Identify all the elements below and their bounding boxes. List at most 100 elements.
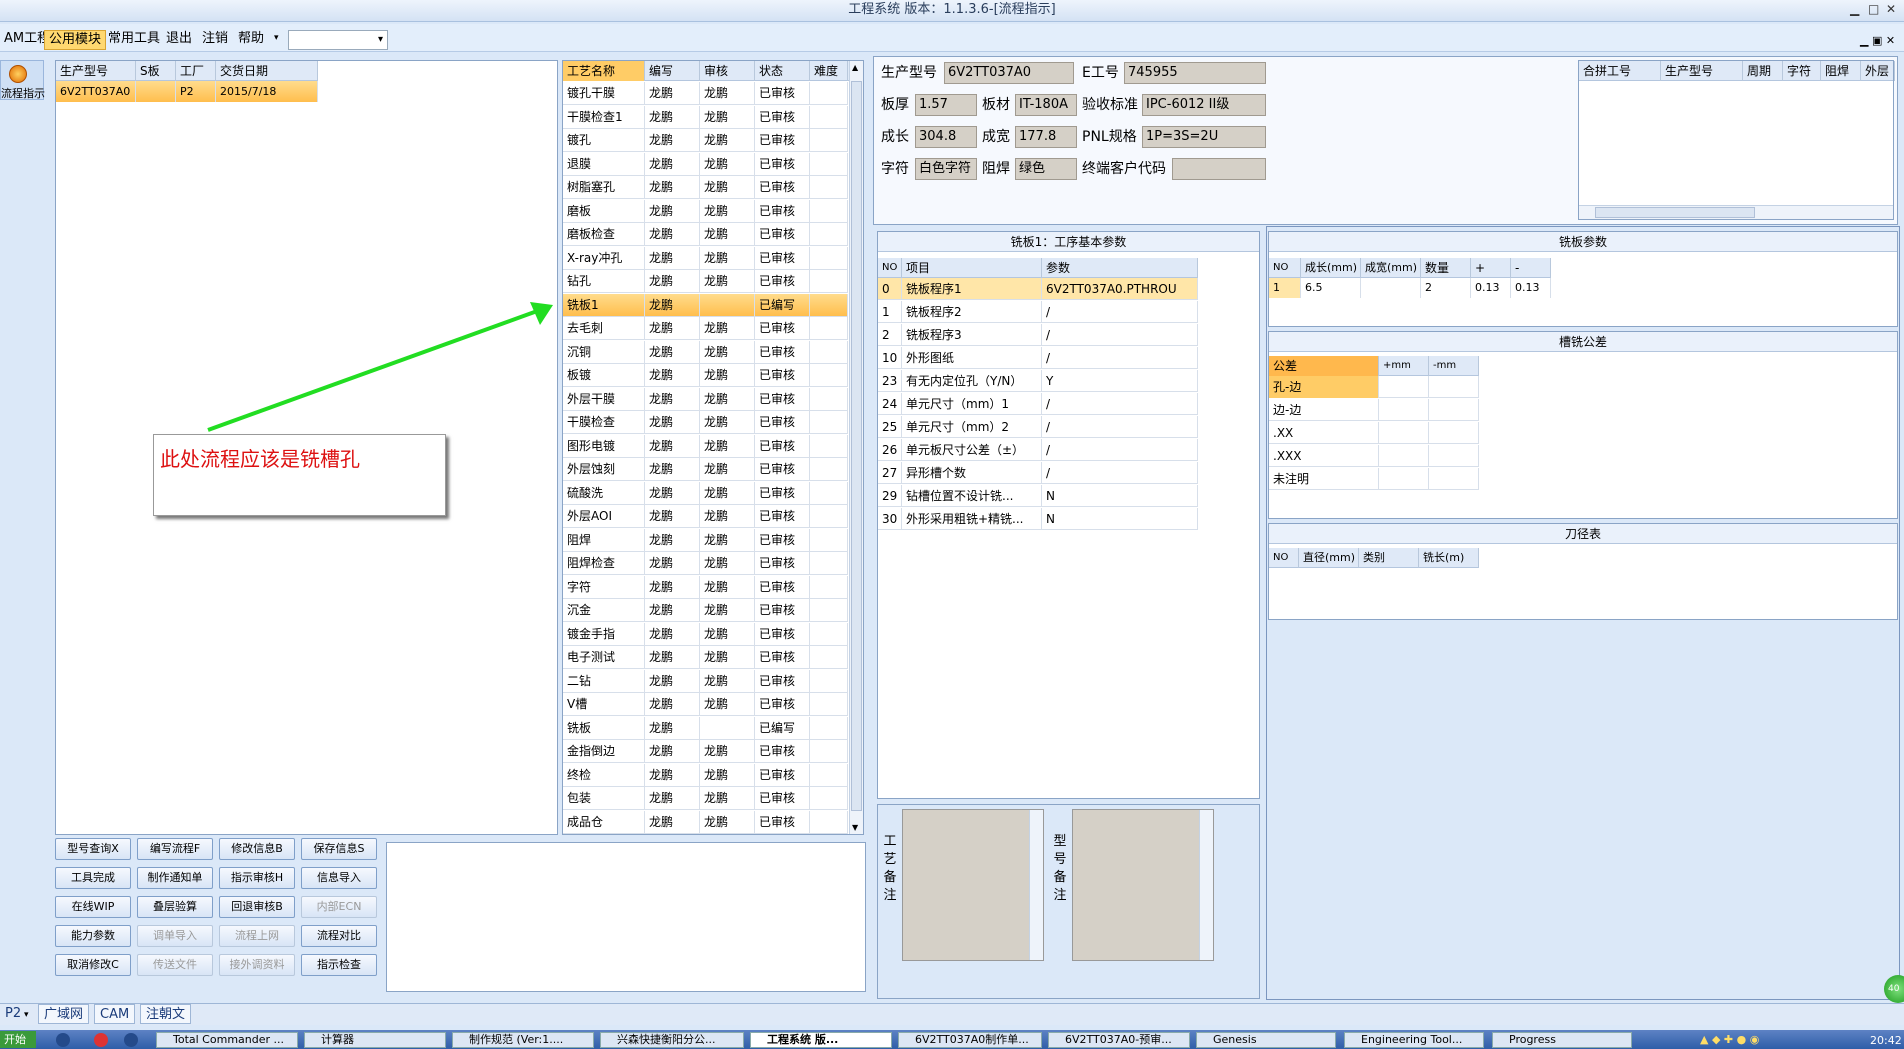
model-remark-scrollbar[interactable]: [1199, 810, 1213, 960]
taskbar-item[interactable]: Total Commander ...: [156, 1032, 298, 1048]
process-row[interactable]: 镀金手指 龙鹏 龙鹏 已审核: [563, 622, 848, 646]
process-row[interactable]: 去毛刺 龙鹏 龙鹏 已审核: [563, 317, 848, 340]
customer-code-field[interactable]: [1172, 158, 1266, 180]
minimize-button[interactable]: ▁: [1850, 2, 1859, 16]
process-row[interactable]: 铣板 龙鹏 已编写: [563, 716, 848, 740]
slot-tolerance-row[interactable]: .XX: [1269, 422, 1479, 444]
thickness-field[interactable]: 1.57: [915, 94, 977, 116]
process-row[interactable]: 图形电镀 龙鹏 龙鹏 已审核: [563, 434, 848, 458]
action-button[interactable]: 传送文件: [137, 954, 213, 976]
process-row[interactable]: 退膜 龙鹏 龙鹏 已审核: [563, 152, 848, 176]
tab-cam[interactable]: CAM: [94, 1004, 136, 1024]
taskbar-item[interactable]: 制作规范 (Ver:1....: [452, 1032, 594, 1048]
basic-col-no[interactable]: NO: [878, 258, 902, 278]
process-row[interactable]: 外层蚀刻 龙鹏 龙鹏 已审核: [563, 458, 848, 481]
process-row[interactable]: 包装 龙鹏 龙鹏 已审核: [563, 787, 848, 810]
merge-col-outer[interactable]: 外层: [1861, 61, 1895, 81]
tab-p2[interactable]: P2: [0, 1004, 26, 1024]
process-row[interactable]: X-ray冲孔 龙鹏 龙鹏 已审核: [563, 246, 848, 270]
process-row[interactable]: 二钻 龙鹏 龙鹏 已审核: [563, 669, 848, 693]
slot-tolerance-row[interactable]: 边-边: [1269, 399, 1479, 421]
width-field[interactable]: 177.8: [1015, 126, 1077, 148]
tray-icons[interactable]: ▲ ◆ ✚ ● ◉: [1700, 1033, 1759, 1046]
character-field[interactable]: 白色字符: [915, 158, 977, 180]
tab-user[interactable]: 注朝文: [140, 1004, 192, 1024]
basic-params-row[interactable]: 29 钻槽位置不设计铣... N: [878, 485, 1198, 507]
process-row[interactable]: 板镀 龙鹏 龙鹏 已审核: [563, 364, 848, 387]
process-col-reviewer[interactable]: 审核: [700, 61, 755, 81]
mill-col-minus[interactable]: -: [1511, 258, 1551, 278]
basic-params-row[interactable]: 26 单元板尺寸公差（±） /: [878, 439, 1198, 461]
taskbar-item[interactable]: Progress: [1492, 1032, 1632, 1048]
quicklaunch-icon-2[interactable]: [94, 1033, 108, 1047]
action-button[interactable]: 工具完成: [55, 867, 131, 889]
taskbar-item[interactable]: 6V2TT037A0-预审...: [1048, 1032, 1190, 1048]
scroll-down-icon[interactable]: ▼: [852, 823, 858, 832]
slot-col-tol[interactable]: 公差: [1269, 356, 1379, 376]
merge-col-char[interactable]: 字符: [1783, 61, 1821, 81]
solder-mask-field[interactable]: 绿色: [1015, 158, 1077, 180]
action-button[interactable]: 保存信息S: [301, 838, 377, 860]
acceptance-std-field[interactable]: IPC-6012 II级: [1142, 94, 1266, 116]
process-row[interactable]: 金指倒边 龙鹏 龙鹏 已审核: [563, 740, 848, 763]
process-row[interactable]: 终检 龙鹏 龙鹏 已审核: [563, 763, 848, 787]
process-row[interactable]: 磨板 龙鹏 龙鹏 已审核: [563, 199, 848, 223]
taskbar-item[interactable]: 工程系统 版...: [750, 1032, 892, 1048]
mill-col-len[interactable]: 成长(mm): [1301, 258, 1361, 278]
slot-col-plus[interactable]: +mm: [1379, 356, 1429, 376]
process-row[interactable]: 树脂塞孔 龙鹏 龙鹏 已审核: [563, 176, 848, 199]
action-button[interactable]: 信息导入: [301, 867, 377, 889]
length-field[interactable]: 304.8: [915, 126, 977, 148]
process-row[interactable]: 阻焊 龙鹏 龙鹏 已审核: [563, 528, 848, 552]
merge-scrollbar[interactable]: [1579, 205, 1893, 219]
process-col-difficulty[interactable]: 难度: [810, 61, 848, 81]
process-row[interactable]: 镀孔 龙鹏 龙鹏 已审核: [563, 129, 848, 152]
process-scroll-thumb[interactable]: [851, 81, 862, 811]
process-row[interactable]: 磨板检查 龙鹏 龙鹏 已审核: [563, 223, 848, 246]
tab-wan[interactable]: 广域网: [38, 1004, 90, 1024]
basic-params-row[interactable]: 2 铣板程序3/: [878, 324, 1198, 346]
process-row[interactable]: 电子测试 龙鹏 龙鹏 已审核: [563, 646, 848, 669]
basic-params-row[interactable]: 1 铣板程序2/: [878, 301, 1198, 323]
process-remark-textarea[interactable]: [902, 809, 1044, 961]
action-button[interactable]: 修改信息B: [219, 838, 295, 860]
action-button[interactable]: 调单导入: [137, 925, 213, 947]
slot-tolerance-row[interactable]: .XXX: [1269, 445, 1479, 467]
order-col-model[interactable]: 生产型号: [56, 61, 136, 81]
action-button[interactable]: 取消修改C: [55, 954, 131, 976]
model-remark-textarea[interactable]: [1072, 809, 1214, 961]
process-row[interactable]: 硫酸洗 龙鹏 龙鹏 已审核: [563, 481, 848, 505]
taskbar-item[interactable]: Genesis: [1196, 1032, 1336, 1048]
action-button[interactable]: 接外调资料: [219, 954, 295, 976]
action-button[interactable]: 编写流程F: [137, 838, 213, 860]
tool-col-type[interactable]: 类别: [1359, 548, 1419, 568]
order-row[interactable]: 6V2TT037A0 P2 2015/7/18: [56, 81, 318, 102]
process-row[interactable]: 沉铜 龙鹏 龙鹏 已审核: [563, 340, 848, 364]
action-button[interactable]: 指示审核H: [219, 867, 295, 889]
process-row[interactable]: 铣板1 龙鹏 已编写: [563, 293, 848, 317]
basic-col-item[interactable]: 项目: [902, 258, 1042, 278]
merge-scroll-thumb[interactable]: [1595, 207, 1755, 218]
action-button[interactable]: 回退审核B: [219, 896, 295, 918]
basic-col-param[interactable]: 参数: [1042, 258, 1198, 278]
merge-col-mask[interactable]: 阻焊: [1821, 61, 1861, 81]
action-button[interactable]: 流程上网: [219, 925, 295, 947]
floating-status-icon[interactable]: 40: [1884, 975, 1904, 1003]
action-button[interactable]: 指示检查: [301, 954, 377, 976]
chevron-down-icon[interactable]: ▾: [274, 33, 279, 43]
process-row[interactable]: 成品仓 龙鹏 龙鹏 已审核: [563, 810, 848, 834]
action-button[interactable]: 叠层验算: [137, 896, 213, 918]
action-button[interactable]: 在线WIP: [55, 896, 131, 918]
basic-params-row[interactable]: 0 铣板程序1 6V2TT037A0.PTHROU: [878, 278, 1198, 300]
mill-col-qty[interactable]: 数量: [1421, 258, 1471, 278]
merge-col-job[interactable]: 合拼工号: [1579, 61, 1661, 81]
action-button[interactable]: 制作通知单: [137, 867, 213, 889]
mill-row[interactable]: 1 6.5 2 0.13 0.13: [1269, 278, 1551, 298]
model-field[interactable]: 6V2TT037A0: [944, 62, 1074, 84]
taskbar-item[interactable]: 6V2TT037A0制作单...: [898, 1032, 1042, 1048]
menu-logout[interactable]: 注销: [198, 30, 232, 50]
quicklaunch-icon-1[interactable]: [56, 1033, 70, 1047]
menu-combo-box[interactable]: ▾: [288, 30, 388, 50]
merge-col-model[interactable]: 生产型号: [1661, 61, 1743, 81]
process-remark-scrollbar[interactable]: [1029, 810, 1043, 960]
